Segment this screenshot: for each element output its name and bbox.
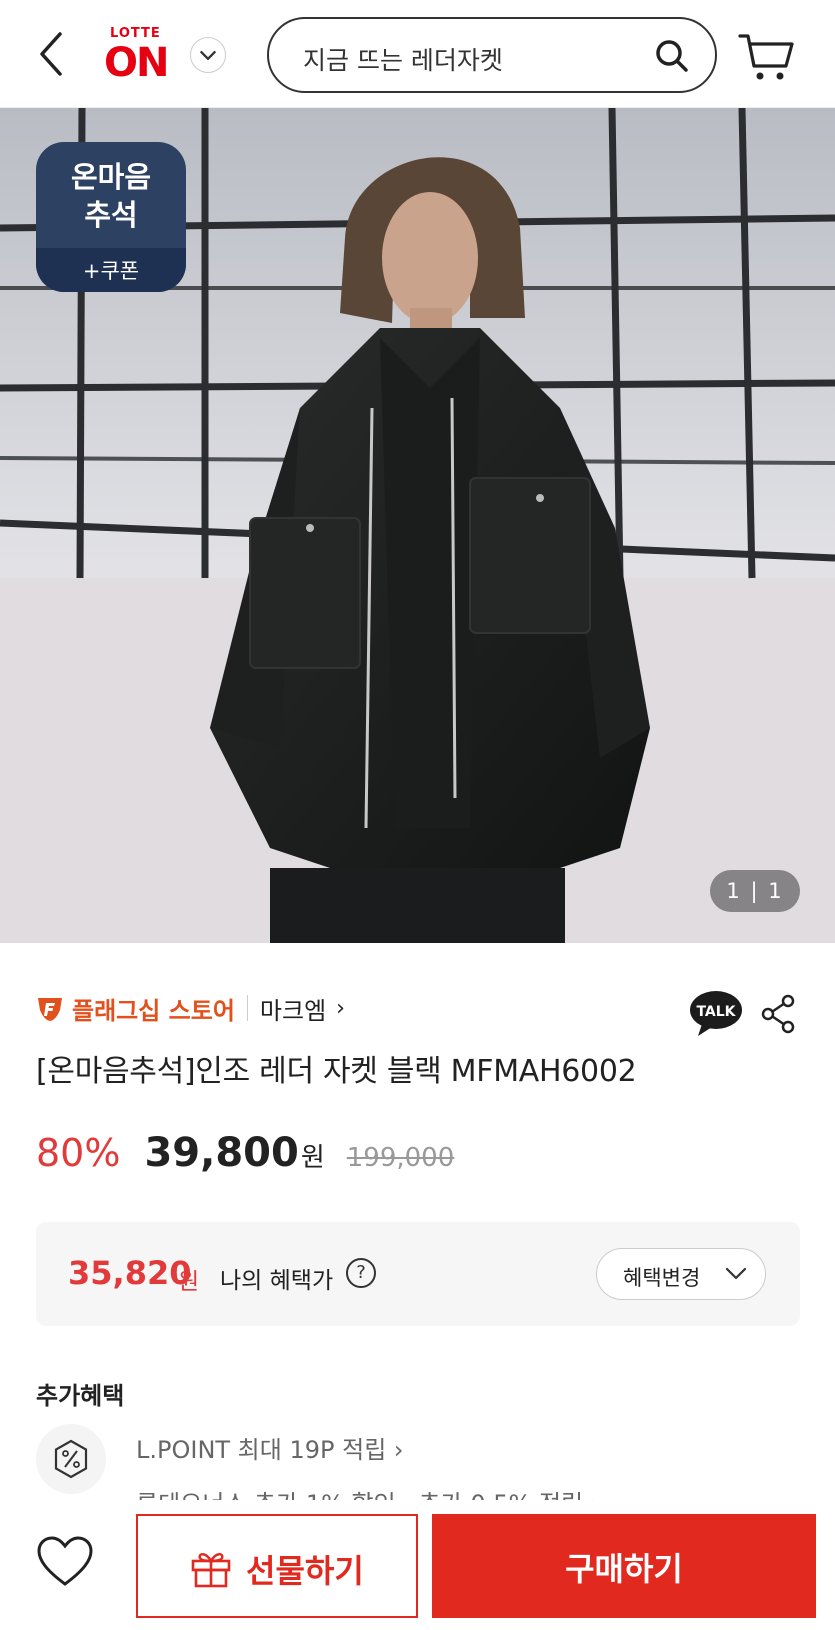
badge-coupon-label: +쿠폰 <box>82 259 140 283</box>
gift-button[interactable]: 선물하기 <box>136 1514 418 1618</box>
chevron-down-icon <box>725 1267 747 1280</box>
percent-coupon-icon <box>36 1424 106 1494</box>
flagship-store-icon <box>38 998 62 1021</box>
store-row[interactable]: 플래그십 스토어 마크엠 › <box>36 990 345 1026</box>
original-price: 199,000 <box>346 1143 455 1173</box>
badge-line2: 추석 <box>84 198 138 232</box>
cart-icon[interactable] <box>738 32 794 84</box>
kakao-talk-icon[interactable]: TALK <box>688 990 744 1038</box>
search-input[interactable]: 지금 뜨는 레더자켓 <box>267 17 717 93</box>
top-header: LOTTE ON 지금 뜨는 레더자켓 <box>0 0 835 108</box>
share-icon[interactable] <box>760 994 796 1034</box>
my-benefit-unit: 원 <box>178 1269 200 1295</box>
search-text: 지금 뜨는 레더자켓 <box>303 46 503 75</box>
brand-link[interactable]: 마크엠 <box>260 991 326 1026</box>
logo-lotte-text: LOTTE <box>110 26 161 41</box>
sale-price: 39,800 <box>144 1130 299 1176</box>
badge-line1: 온마음 <box>70 160 152 194</box>
price-unit: 원 <box>300 1143 325 1173</box>
buy-button-label: 구매하기 <box>565 1550 683 1588</box>
change-benefit-label: 혜택변경 <box>623 1266 701 1290</box>
discount-rate: 80% <box>36 1131 121 1175</box>
badge-title: 온마음 추석 <box>36 158 186 234</box>
product-title: [온마음추석]인조 레더 자켓 블랙 MFMAH6002 <box>36 1054 637 1089</box>
chuseok-coupon-badge[interactable]: 온마음 추석 +쿠폰 <box>36 142 186 292</box>
my-benefit-price: 35,820 <box>68 1254 192 1292</box>
talk-label: TALK <box>696 1004 736 1020</box>
back-arrow-icon[interactable] <box>34 28 70 80</box>
heart-icon[interactable] <box>36 1536 94 1588</box>
extra-benefits-title: 추가혜택 <box>36 1382 125 1410</box>
logo-on-text: ON <box>104 40 169 86</box>
price-row: 80% 39,800 원 199,000 <box>36 1130 454 1178</box>
search-icon[interactable] <box>653 37 691 75</box>
chevron-down-icon[interactable] <box>190 37 226 73</box>
gift-icon <box>191 1553 231 1588</box>
lpoint-benefit-link[interactable]: L.POINT 최대 19P 적립 › <box>136 1430 404 1465</box>
help-icon[interactable]: ? <box>346 1258 376 1288</box>
flagship-store-label: 플래그십 스토어 <box>72 996 235 1025</box>
buy-button[interactable]: 구매하기 <box>432 1514 816 1618</box>
product-image[interactable]: 온마음 추석 +쿠폰 1 | 1 <box>0 108 835 943</box>
my-benefit-label: 나의 혜택가 <box>220 1268 334 1294</box>
store-divider <box>246 995 248 1021</box>
lotte-on-logo[interactable]: LOTTE ON <box>104 24 176 86</box>
benefit-price-box: 35,820 원 나의 혜택가 ? 혜택변경 <box>36 1222 800 1326</box>
change-benefit-button[interactable]: 혜택변경 <box>596 1248 766 1300</box>
bottom-action-bar: 선물하기 구매하기 <box>0 1500 835 1630</box>
chevron-right-icon: › <box>336 995 345 1021</box>
gift-button-label: 선물하기 <box>246 1552 364 1590</box>
image-pager: 1 | 1 <box>710 870 800 912</box>
